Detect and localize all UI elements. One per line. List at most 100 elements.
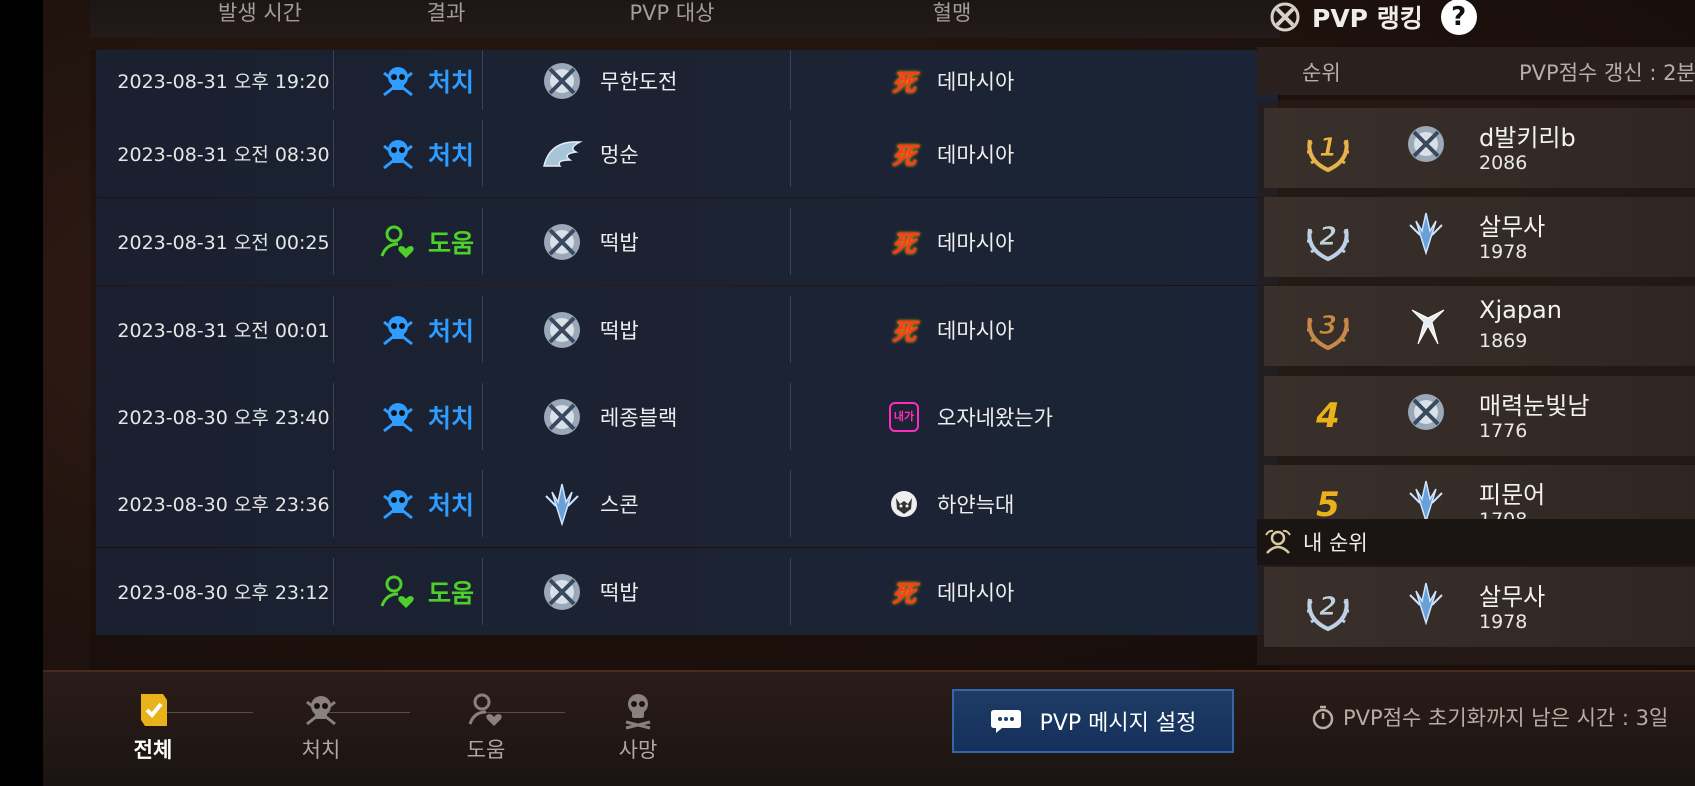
my-rank-header: 내 순위 <box>1257 519 1695 565</box>
pvp-message-settings-label: PVP 메시지 설정 <box>1039 711 1197 736</box>
column-divider <box>333 558 334 625</box>
column-divider <box>790 50 791 114</box>
history-row[interactable]: 2023-08-31 오전 08:30 처치 멍순 死 데마시아 <box>96 110 1278 197</box>
history-time: 2023-08-30 오후 23:36 <box>117 494 330 516</box>
history-target-name: 무한도전 <box>600 69 678 94</box>
history-target: 떡밥 <box>540 286 639 373</box>
history-target-name: 떡밥 <box>600 318 639 343</box>
column-divider <box>790 296 791 363</box>
history-target: 떡밥 <box>540 548 639 635</box>
column-divider <box>482 50 483 114</box>
rank-medal-icon: 5 <box>1316 485 1340 519</box>
svg-text:2: 2 <box>1319 222 1337 252</box>
ranking-title-text: PVP 랭킹 <box>1312 4 1423 33</box>
class-emblem-icon <box>540 132 584 176</box>
ranking-player-score: 2086 <box>1479 152 1528 174</box>
ranking-row[interactable]: 3 Xjapan 1869 <box>1264 286 1695 366</box>
history-guild-name: 데마시아 <box>937 230 1015 255</box>
column-divider <box>333 296 334 363</box>
my-rank-label: 내 순위 <box>1303 531 1368 555</box>
column-divider <box>790 558 791 625</box>
class-emblem-icon <box>540 59 584 103</box>
column-divider <box>790 470 791 537</box>
history-result: 도움 <box>378 198 474 285</box>
filter-tab-label: 사망 <box>618 738 658 762</box>
class-emblem-icon <box>1404 122 1456 174</box>
filter-tab-label: 처치 <box>301 738 341 762</box>
history-guild: 내가 오자네왔는가 <box>889 373 1053 460</box>
history-result-label: 처치 <box>428 490 475 520</box>
ranking-emblem-icon <box>1268 0 1302 34</box>
assist-icon <box>466 690 506 730</box>
filter-tab[interactable]: 도움 <box>451 690 521 764</box>
history-row[interactable]: 2023-08-31 오전 00:01 처치 떡밥 死 데마시아 <box>96 286 1278 373</box>
history-result: 도움 <box>378 548 474 635</box>
ranking-player-score: 1869 <box>1479 330 1528 352</box>
rank-medal-icon: 1 <box>1300 120 1356 176</box>
column-divider <box>333 50 334 114</box>
history-result: 처치 <box>378 460 474 547</box>
column-divider <box>333 208 334 275</box>
pvp-message-settings-button[interactable]: PVP 메시지 설정 <box>952 689 1234 753</box>
column-divider <box>790 383 791 450</box>
rank-medal-icon: 4 <box>1316 396 1340 436</box>
history-guild: 死 데마시아 <box>889 198 1014 285</box>
column-divider <box>482 296 483 363</box>
filter-tab-label: 전체 <box>133 738 173 762</box>
history-result-label: 도움 <box>428 578 475 608</box>
ranking-player-score: 1708 <box>1479 509 1527 519</box>
ranking-player-name: 피문어 <box>1479 481 1546 509</box>
history-result: 처치 <box>378 373 474 460</box>
history-guild-name: 데마시아 <box>937 318 1015 343</box>
ranking-row[interactable]: 5 피문어1708 <box>1264 465 1695 519</box>
svg-text:2: 2 <box>1319 592 1337 622</box>
ranking-row[interactable]: 1 d발키리b 2086 <box>1264 108 1695 188</box>
history-time: 2023-08-30 오후 23:40 <box>117 407 330 429</box>
assist-icon <box>378 222 418 262</box>
assist-icon <box>378 572 418 612</box>
help-icon[interactable]: ? <box>1440 0 1477 35</box>
ranking-player-score: 1776 <box>1479 420 1528 442</box>
filter-tab[interactable]: 처치 <box>286 690 356 764</box>
ranking-title: PVP 랭킹 ? <box>1268 0 1477 35</box>
skull-icon <box>378 484 418 524</box>
rank-medal-icon: 2 <box>1300 579 1356 635</box>
history-header: 발생 시간 결과 PVP 대상 혈맹 <box>90 0 1280 38</box>
ranking-row[interactable]: 2 살무사 1978 <box>1264 197 1695 277</box>
my-rank-row[interactable]: 2 살무사 1978 <box>1264 567 1695 647</box>
history-row[interactable]: 2023-08-30 오후 23:12 도움 떡밥 死 데마시아 <box>96 548 1278 635</box>
history-row[interactable]: 2023-08-31 오전 00:25 도움 떡밥 死 데마시아 <box>96 198 1278 285</box>
column-divider <box>482 470 483 537</box>
class-emblem-icon <box>540 570 584 614</box>
class-emblem-icon <box>1404 479 1456 519</box>
column-divider <box>790 208 791 275</box>
my-rank-player-name: 살무사 <box>1479 583 1546 611</box>
class-emblem-icon <box>540 395 584 439</box>
history-time: 2023-08-31 오전 00:01 <box>117 320 330 342</box>
history-result-label: 처치 <box>428 316 475 346</box>
history-row[interactable]: 2023-08-30 오후 23:40 처치 레종블랙 내가 오자네왔는가 <box>96 373 1278 460</box>
guild-emblem-icon: 내가 <box>889 401 919 432</box>
history-guild: 死 데마시아 <box>889 286 1014 373</box>
pvp-screen: 발생 시간 결과 PVP 대상 혈맹 2023-08-31 오후 19:20 처치… <box>43 0 1695 786</box>
history-list[interactable]: 2023-08-31 오후 19:20 처치 무한도전 死 데마시아 2023-08-31… <box>90 50 1280 672</box>
guild-emblem-icon <box>889 489 919 519</box>
svg-text:3: 3 <box>1319 311 1337 341</box>
svg-text:1: 1 <box>1319 133 1337 163</box>
ranking-player-score: 1978 <box>1479 241 1528 263</box>
my-rank-player-score: 1978 <box>1479 611 1528 633</box>
class-emblem-icon <box>540 220 584 264</box>
filter-tab[interactable]: 사망 <box>603 690 673 764</box>
filter-tab[interactable]: 전체 <box>118 690 188 764</box>
guild-emblem-icon: 死 <box>892 142 916 170</box>
history-guild-name: 데마시아 <box>937 69 1015 94</box>
history-row[interactable]: 2023-08-30 오후 23:36 처치 스콘 하얀늑대 <box>96 460 1278 547</box>
ranking-player-name: Xjapan <box>1479 296 1562 324</box>
guild-emblem-icon: 死 <box>892 69 916 97</box>
class-emblem-icon <box>1404 390 1456 442</box>
ranking-row[interactable]: 4 매력눈빛남 1776 <box>1264 376 1695 456</box>
class-emblem-icon <box>1404 581 1456 633</box>
rank-medal-icon: 2 <box>1300 209 1356 265</box>
col-guild-header: 혈맹 <box>932 1 972 25</box>
skull-icon <box>378 134 418 174</box>
